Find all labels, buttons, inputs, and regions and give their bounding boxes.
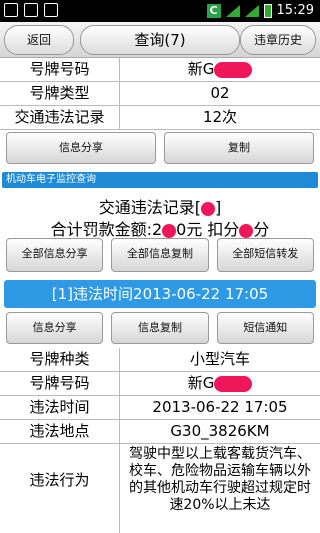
row-value: G30_3826KM bbox=[170, 422, 270, 440]
table-row: 违法地点 G30_3826KM bbox=[0, 420, 320, 444]
share-all-button[interactable]: 全部信息分享 bbox=[6, 238, 104, 272]
notification-icons bbox=[4, 3, 58, 17]
row-key: 交通违法记录 bbox=[0, 106, 120, 129]
page-title: 查询(7) bbox=[80, 25, 240, 55]
record-header: [1]违法时间2013-06-22 17:05 bbox=[4, 280, 316, 308]
redaction-mark bbox=[201, 201, 215, 216]
violation-count-line: 交通违法记录[] bbox=[98, 198, 222, 217]
signal-icon bbox=[225, 4, 240, 17]
row-value: 02 bbox=[210, 84, 230, 102]
top-button-row: 信息分享 复制 bbox=[6, 132, 314, 164]
table-row: 号牌号码 新G bbox=[0, 58, 320, 82]
record-button-row: 信息分享 信息复制 短信通知 bbox=[6, 312, 314, 344]
battery-icon bbox=[263, 3, 272, 18]
row-key: 违法地点 bbox=[0, 420, 120, 443]
usb-icon bbox=[4, 3, 18, 17]
row-key: 号牌种类 bbox=[0, 348, 120, 371]
app-icon bbox=[24, 3, 38, 17]
recycle-icon bbox=[44, 3, 58, 17]
fine-summary-line: 合计罚款金额:2 0元 扣分分 bbox=[50, 220, 270, 239]
forward-all-sms-button[interactable]: 全部短信转发 bbox=[216, 238, 314, 272]
redaction-mark bbox=[162, 223, 177, 238]
copy-all-button[interactable]: 全部信息复制 bbox=[111, 238, 209, 272]
row-value: 新G bbox=[120, 58, 320, 81]
row-key: 号牌号码 bbox=[0, 372, 120, 395]
row-key: 违法时间 bbox=[0, 396, 120, 419]
row-key: 号牌号码 bbox=[0, 58, 120, 81]
violation-history-button[interactable]: 违章历史 bbox=[240, 25, 316, 55]
table-row: 违法行为 驾驶中型以上载客载货汽车、校车、危险物品运输车辆以外的其他机动车行驶超… bbox=[0, 444, 320, 533]
table-row: 号牌种类 小型汽车 bbox=[0, 348, 320, 372]
signal-icon-2 bbox=[244, 4, 259, 17]
sms-notify-button[interactable]: 短信通知 bbox=[216, 312, 314, 344]
redaction-mark bbox=[214, 61, 253, 78]
status-time: 15:29 bbox=[276, 3, 314, 18]
all-button-row: 全部信息分享 全部信息复制 全部短信转发 bbox=[6, 238, 314, 272]
share-info-button[interactable]: 信息分享 bbox=[6, 132, 156, 164]
title-bar: 返回 查询(7) 违章历史 bbox=[0, 22, 320, 58]
table-row: 号牌号码 新G bbox=[0, 372, 320, 396]
redaction-mark bbox=[239, 223, 254, 238]
share-info-button[interactable]: 信息分享 bbox=[6, 312, 104, 344]
status-right: C 15:29 bbox=[206, 3, 314, 18]
row-key: 违法行为 bbox=[0, 444, 120, 533]
app-badge-icon: C bbox=[206, 3, 221, 18]
redaction-mark bbox=[214, 375, 253, 392]
back-button[interactable]: 返回 bbox=[4, 25, 74, 55]
row-value: 新G bbox=[120, 372, 320, 395]
row-value: 2013-06-22 17:05 bbox=[152, 398, 288, 416]
table-row: 号牌类型 02 bbox=[0, 82, 320, 106]
row-value: 12次 bbox=[202, 108, 238, 126]
row-value: 小型汽车 bbox=[189, 350, 250, 368]
section-header: 机动车电子监控查询 bbox=[2, 172, 318, 188]
row-value: 驾驶中型以上载客载货汽车、校车、危险物品运输车辆以外的其他机动车行驶超过规定时速… bbox=[129, 446, 311, 513]
table-row: 违法时间 2013-06-22 17:05 bbox=[0, 396, 320, 420]
copy-button[interactable]: 复制 bbox=[164, 132, 314, 164]
row-key: 号牌类型 bbox=[0, 82, 120, 105]
copy-info-button[interactable]: 信息复制 bbox=[111, 312, 209, 344]
status-bar: C 15:29 bbox=[0, 0, 320, 22]
table-row: 交通违法记录 12次 bbox=[0, 106, 320, 130]
